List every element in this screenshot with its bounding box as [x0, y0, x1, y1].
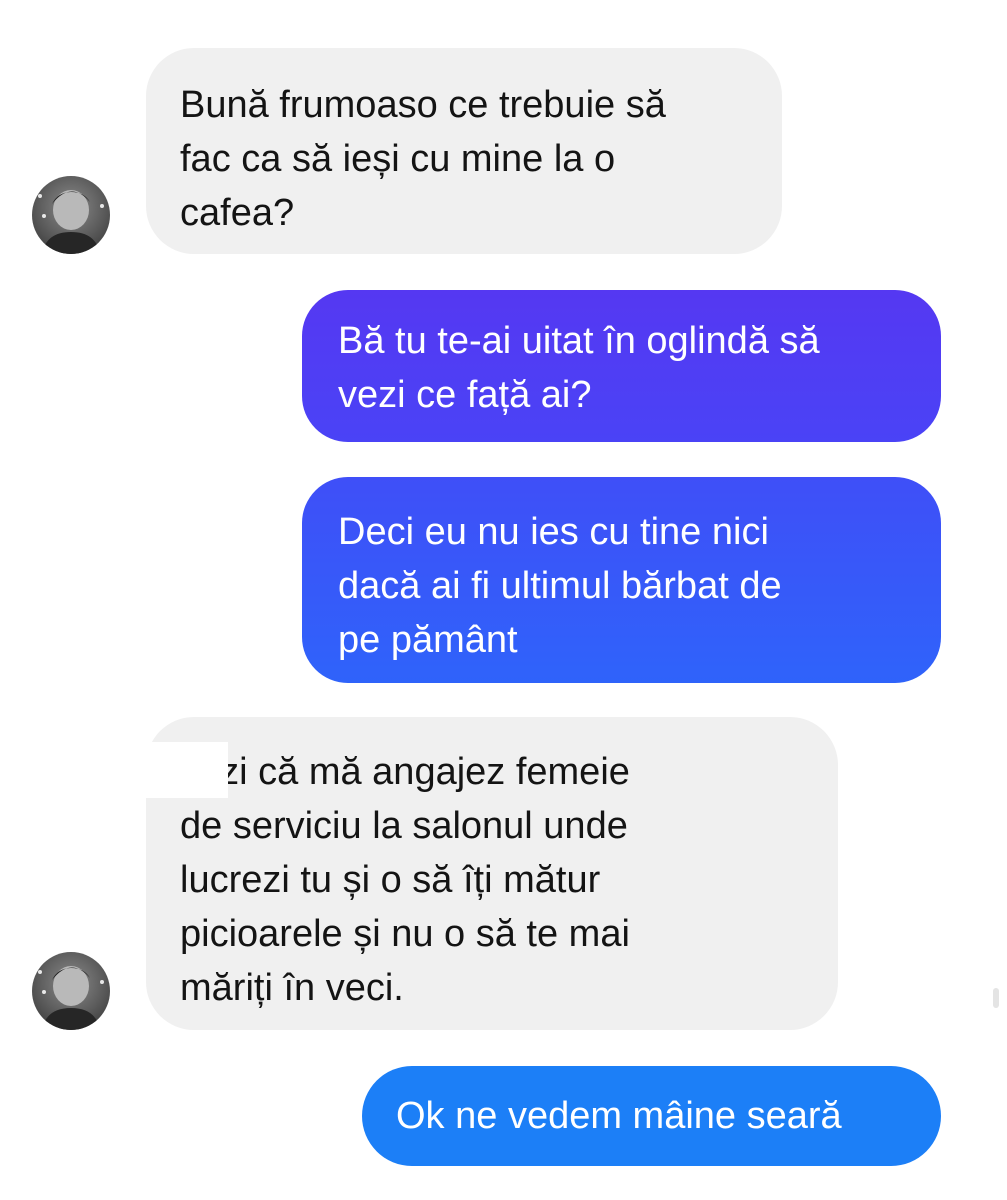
contact-avatar[interactable]: [32, 952, 110, 1030]
redaction-overlay: [0, 742, 228, 798]
contact-avatar[interactable]: [32, 176, 110, 254]
avatar-photo-icon: [38, 966, 104, 1030]
message-bubble-outgoing[interactable]: Deci eu nu ies cu tine nici dacă ai fi u…: [302, 477, 941, 683]
avatar-photo-icon: [38, 190, 104, 254]
message-bubble-outgoing[interactable]: Bă tu te-ai uitat în oglindă să vezi ce …: [302, 290, 941, 442]
scroll-indicator: [993, 988, 999, 1008]
message-bubble-incoming[interactable]: vezi că mă angajez femeie de serviciu la…: [146, 717, 838, 1030]
message-bubble-incoming[interactable]: Bună frumoaso ce trebuie să fac ca să ie…: [146, 48, 782, 254]
message-bubble-outgoing[interactable]: Ok ne vedem mâine seară: [362, 1066, 941, 1166]
